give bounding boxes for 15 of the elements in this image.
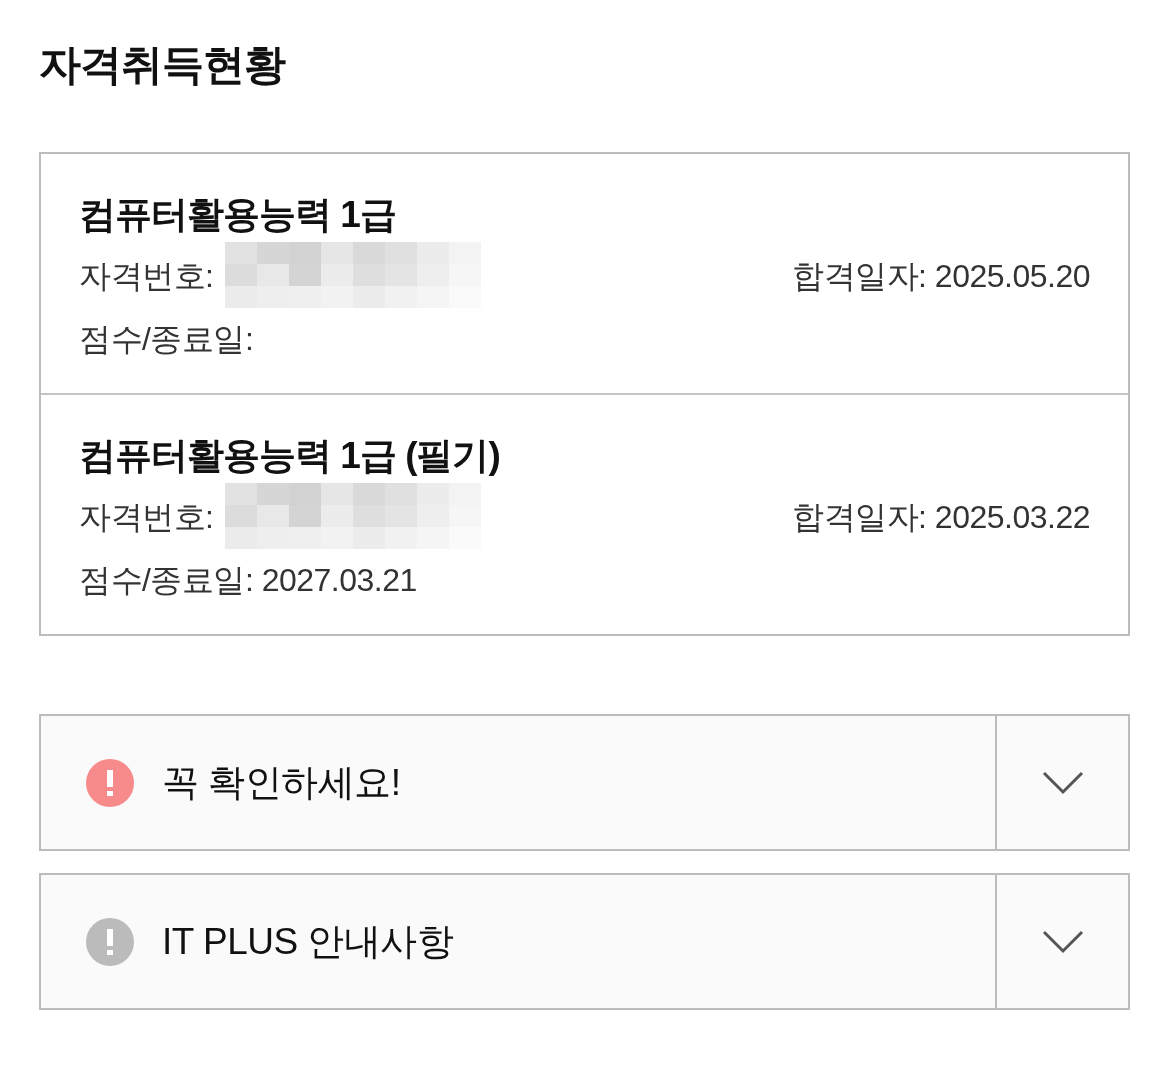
chevron-down-icon [1041, 929, 1084, 954]
pass-date: 합격일자: 2025.05.20 [792, 256, 1090, 296]
certificate-name: 컴퓨터활용능력 1급 (필기) [79, 434, 501, 478]
certificate-name: 컴퓨터활용능력 1급 [79, 193, 397, 237]
notice-accordion[interactable]: 꼭 확인하세요! [39, 714, 1130, 851]
notice-title: 꼭 확인하세요! [162, 760, 401, 805]
pass-date: 합격일자: 2025.03.22 [792, 497, 1090, 537]
certificate-number-label: 자격번호: [79, 497, 214, 537]
score-end-date: 점수/종료일: 2027.03.21 [79, 560, 417, 600]
page-title: 자격취득현황 [39, 40, 287, 90]
notice-title: IT PLUS 안내사항 [162, 919, 454, 964]
notice-accordion[interactable]: IT PLUS 안내사항 [39, 873, 1130, 1010]
chevron-down-icon [1041, 770, 1084, 795]
score-end-date: 점수/종료일: [79, 319, 254, 359]
certificate-number-label: 자격번호: [79, 256, 214, 296]
